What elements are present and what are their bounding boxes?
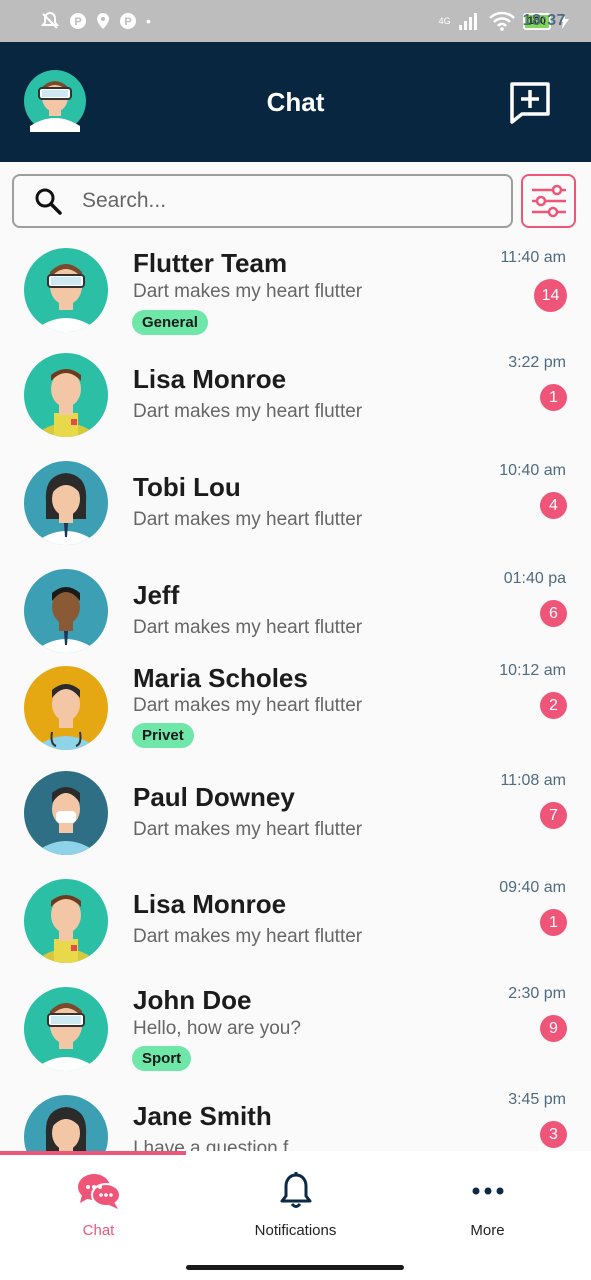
avatar [24, 248, 108, 332]
chat-time: 10:40 am [499, 462, 566, 479]
unread-badge: 9 [540, 1015, 567, 1042]
chat-time: 01:40 pa [503, 570, 566, 587]
chat-preview: Dart makes my heart flutter [133, 509, 363, 530]
nav-item-notifications[interactable]: Notifications [197, 1171, 394, 1239]
search-icon [35, 188, 62, 215]
chat-name: Jane Smith [133, 1101, 272, 1131]
chat-list: Flutter Team Dart makes my heart flutter… [0, 236, 591, 1151]
chat-time: 09:40 am [499, 879, 566, 896]
unread-badge: 14 [534, 279, 567, 312]
chat-list-item[interactable]: Maria Scholes Dart makes my heart flutte… [0, 660, 591, 766]
unread-badge: 3 [540, 1121, 567, 1148]
search-row [12, 174, 579, 228]
unread-badge: 6 [540, 600, 567, 627]
unread-badge: 2 [540, 692, 567, 719]
chat-name: Maria Scholes [133, 663, 308, 693]
nav-item-more[interactable]: More [389, 1171, 586, 1239]
avatar [24, 353, 108, 437]
app-notification-icon: P [70, 13, 86, 29]
app-notification-icon: P [120, 13, 136, 29]
avatar [24, 987, 108, 1071]
avatar [24, 1095, 108, 1151]
chat-name: Tobi Lou [133, 472, 241, 502]
unread-badge: 7 [540, 802, 567, 829]
nav-label: Chat [82, 1222, 115, 1239]
sliders-icon [531, 184, 566, 218]
avatar [24, 569, 108, 653]
chat-tag: Privet [132, 723, 194, 748]
chat-name: Flutter Team [133, 248, 288, 278]
chat-preview: Dart makes my heart flutter [133, 819, 363, 840]
chat-tag: General [132, 310, 208, 335]
chat-preview: Dart makes my heart flutter [133, 281, 363, 302]
location-icon [97, 13, 109, 29]
chat-preview: Dart makes my heart flutter [133, 401, 363, 422]
chat-list-item[interactable]: John Doe Hello, how are you? Sport 2:30 … [0, 981, 591, 1087]
mute-bell-icon [40, 11, 60, 29]
svg-text:P: P [124, 16, 131, 28]
chat-preview: Dart makes my heart flutter [133, 695, 363, 716]
chat-name: Lisa Monroe [133, 889, 287, 919]
new-chat-icon [510, 82, 550, 124]
chat-time: 3:22 pm [508, 354, 566, 371]
chat-time: 2:30 pm [508, 985, 566, 1002]
chat-list-item[interactable]: Flutter Team Dart makes my heart flutter… [0, 236, 591, 344]
unread-badge: 4 [540, 492, 567, 519]
nav-item-chat[interactable]: Chat [0, 1171, 197, 1239]
chat-preview: Dart makes my heart flutter [133, 926, 363, 947]
chat-list-item[interactable]: Tobi Lou Dart makes my heart flutter 10:… [0, 452, 591, 560]
status-time: 18:37 [522, 12, 566, 29]
search-box[interactable] [12, 174, 513, 228]
chat-name: John Doe [133, 985, 252, 1015]
more-horizontal-icon [472, 1187, 503, 1195]
app-bar: Chat [0, 42, 591, 162]
chat-tag: Sport [132, 1046, 192, 1071]
wifi-icon [488, 11, 515, 31]
search-input[interactable] [82, 189, 462, 213]
signal-icon [458, 13, 477, 30]
dot-icon: • [146, 13, 151, 29]
svg-text:P: P [74, 16, 81, 28]
bottom-navigation: Chat Notifications More [0, 1151, 591, 1280]
unread-badge: 1 [540, 909, 567, 936]
chat-name: Paul Downey [133, 782, 295, 812]
network-type: 4G [438, 16, 451, 26]
chat-list-item[interactable]: Jane Smith I have a question f... 3:45 p… [0, 1087, 591, 1151]
unread-badge: 1 [540, 384, 567, 411]
chat-time: 11:40 am [500, 249, 566, 266]
status-notification-icons: P P • [40, 11, 151, 31]
avatar [24, 879, 108, 963]
avatar [24, 461, 108, 545]
bell-icon [280, 1172, 311, 1208]
chat-preview: I have a question f... [133, 1138, 305, 1151]
nav-label: Notifications [254, 1222, 337, 1239]
chat-list-item[interactable]: Jeff Dart makes my heart flutter 01:40 p… [0, 560, 591, 660]
chat-time: 10:12 am [499, 662, 566, 679]
home-indicator[interactable] [186, 1265, 404, 1270]
page-title: Chat [266, 86, 325, 117]
active-tab-indicator [0, 1151, 186, 1155]
chat-list-item[interactable]: Lisa Monroe Dart makes my heart flutter … [0, 873, 591, 981]
chat-time: 3:45 pm [508, 1091, 566, 1108]
chat-name: Lisa Monroe [133, 364, 287, 394]
chat-list-item[interactable]: Lisa Monroe Dart makes my heart flutter … [0, 344, 591, 452]
avatar [24, 771, 108, 855]
nav-label: More [470, 1222, 505, 1239]
chat-time: 11:08 am [500, 772, 566, 789]
new-chat-button[interactable] [508, 80, 552, 129]
chat-preview: Hello, how are you? [133, 1018, 301, 1039]
filter-button[interactable] [521, 174, 576, 228]
status-bar: 18:37 P P • 4G 100 [0, 0, 591, 42]
chat-bubbles-icon [77, 1174, 121, 1209]
chat-preview: Dart makes my heart flutter [133, 617, 363, 638]
chat-name: Jeff [133, 580, 180, 610]
avatar [24, 666, 108, 750]
chat-list-item[interactable]: Paul Downey Dart makes my heart flutter … [0, 766, 591, 873]
